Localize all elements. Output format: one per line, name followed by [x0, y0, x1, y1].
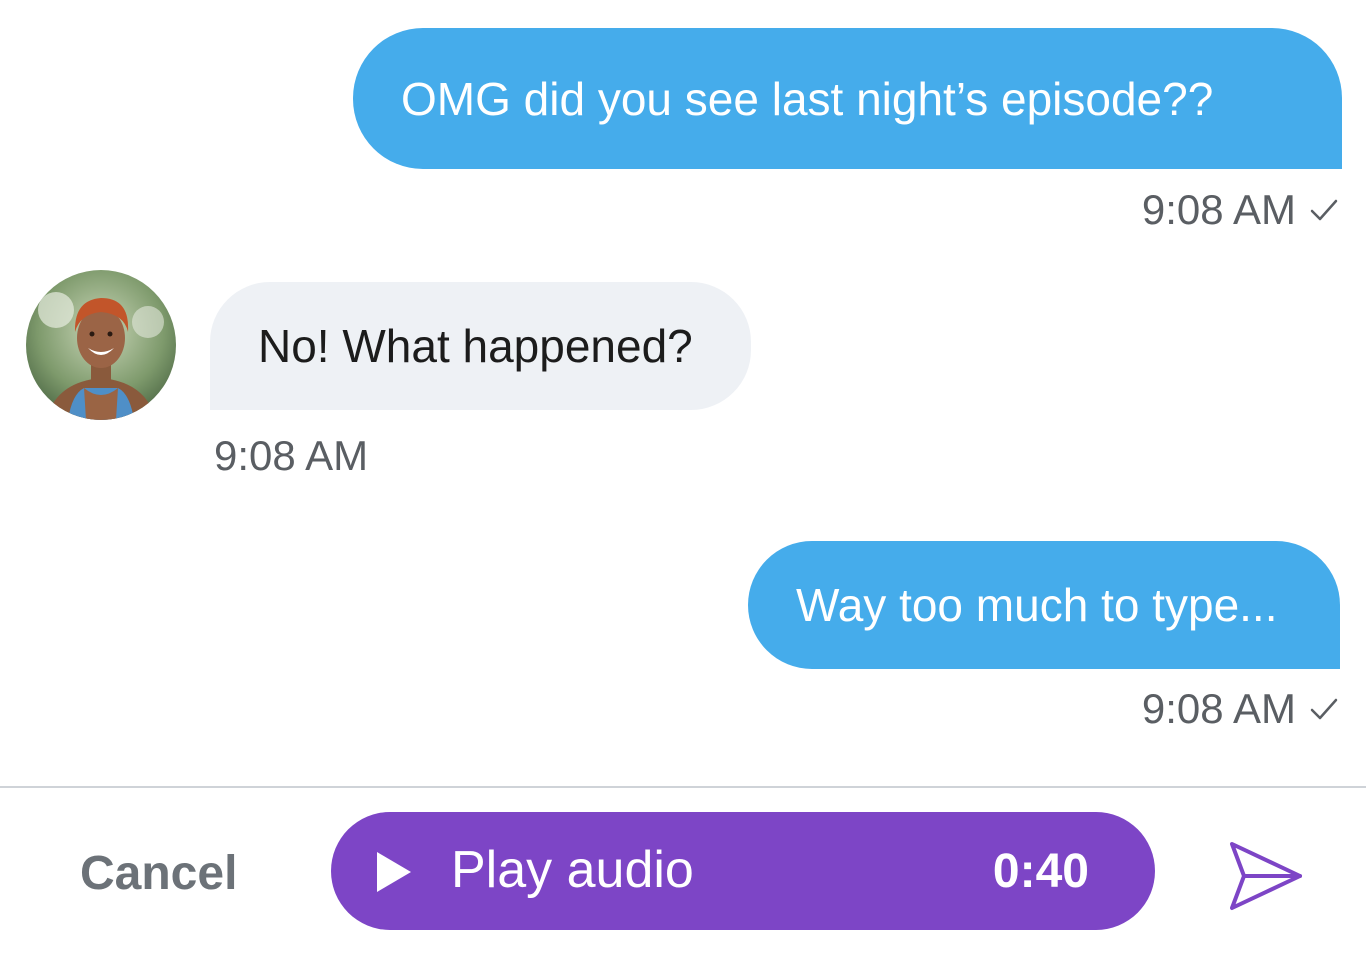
sent-message-bubble[interactable]: OMG did you see last night’s episode??	[353, 28, 1342, 169]
avatar-photo	[26, 270, 176, 420]
timestamp-text: 9:08 AM	[214, 432, 369, 479]
message-timestamp: 9:08 AM	[214, 430, 368, 482]
message-text: OMG did you see last night’s episode??	[401, 72, 1214, 125]
message-timestamp: 9:08 AM	[1142, 683, 1340, 735]
timestamp-text: 9:08 AM	[1141, 186, 1296, 233]
timestamp-text: 9:08 AM	[1141, 685, 1296, 732]
audio-duration: 0:40	[992, 845, 1089, 898]
sent-message-bubble[interactable]: Way too much to type...	[748, 541, 1340, 669]
play-audio-button[interactable]: Play audio 0:40	[331, 812, 1155, 930]
contact-avatar[interactable]	[26, 270, 176, 420]
play-icon	[377, 852, 411, 892]
message-timestamp: 9:08 AM	[1142, 184, 1340, 236]
received-message-bubble[interactable]: No! What happened?	[210, 282, 751, 410]
message-text: Way too much to type...	[796, 579, 1278, 631]
message-text: No! What happened?	[258, 320, 693, 372]
play-audio-label: Play audio	[451, 841, 694, 899]
send-icon[interactable]	[1226, 834, 1306, 914]
cancel-button[interactable]: Cancel	[80, 846, 237, 901]
audio-composer-bar: Cancel Play audio 0:40	[0, 788, 1366, 958]
message-thread: OMG did you see last night’s episode?? 9…	[0, 0, 1366, 787]
check-icon	[1310, 698, 1338, 720]
check-icon	[1310, 199, 1338, 221]
